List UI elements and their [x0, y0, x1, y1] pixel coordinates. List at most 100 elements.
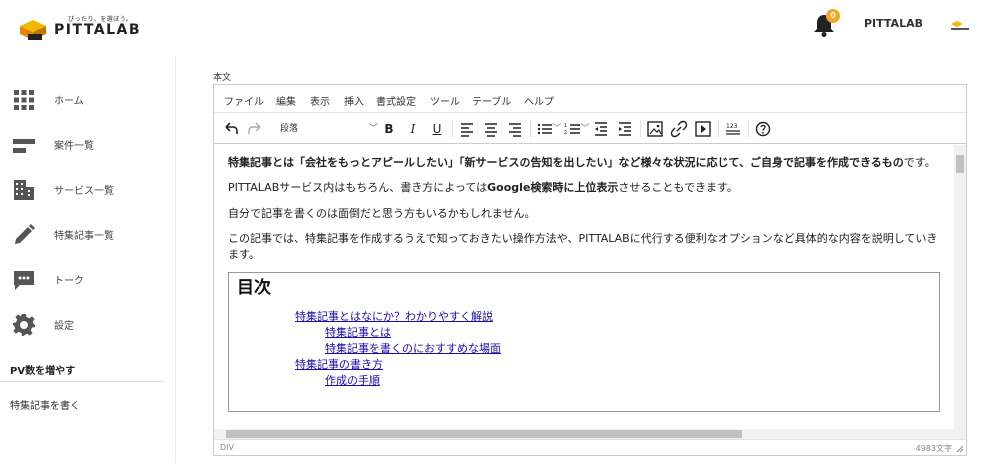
menu-edit[interactable]: 編集	[276, 93, 296, 108]
sidebar-item-talk[interactable]: トーク	[0, 260, 176, 300]
sidebar-section-title: PV数を増やす	[10, 366, 76, 377]
italic-button[interactable]: I	[404, 120, 422, 138]
toolbar-divider	[748, 120, 749, 138]
bold-button[interactable]: B	[380, 120, 398, 138]
sidebar: ホーム 案件一覧 サービス一覧 特集記事一覧 トーク 設定 PV数を増やす 特集…	[0, 56, 176, 463]
undo-button[interactable]	[222, 120, 240, 138]
word-count-button[interactable]: 123	[724, 120, 742, 138]
pittalab-logo[interactable]: ぴったり、を選ぼう。 PITTALAB	[14, 10, 144, 46]
paragraph-google: PITTALABサービス内はもちろん、書き方によってはGoogle検索時に上位表…	[228, 180, 940, 195]
underline-button[interactable]: U	[428, 120, 446, 138]
undo-icon	[225, 122, 238, 134]
chat-icon	[14, 271, 34, 290]
menu-tools[interactable]: ツール	[430, 93, 460, 108]
sidebar-item-label: 案件一覧	[54, 141, 94, 152]
sidebar-item-label: 特集記事一覧	[54, 231, 114, 242]
toc-link[interactable]: 作成の手順	[237, 373, 931, 389]
chevron-down-icon[interactable]: ﹀	[552, 120, 562, 138]
menu-insert[interactable]: 挿入	[344, 93, 364, 108]
align-center-button[interactable]	[482, 120, 500, 138]
list-icon	[13, 139, 35, 153]
toolbar-divider	[530, 120, 531, 138]
word-count-icon: 123	[726, 123, 740, 135]
insert-link-button[interactable]	[670, 120, 688, 138]
vertical-scrollbar-thumb[interactable]	[956, 155, 964, 173]
toc-title: 目次	[237, 277, 271, 298]
building-icon	[14, 180, 34, 200]
sidebar-divider	[0, 381, 164, 382]
sidebar-item-home[interactable]: ホーム	[0, 80, 176, 120]
paragraph-intro: 特集記事とは「会社をもっとアピールしたい」「新サービスの告知を出したい」など様々…	[228, 155, 940, 170]
menu-view[interactable]: 表示	[310, 93, 330, 108]
svg-text:123: 123	[726, 123, 738, 130]
notification-bell[interactable]: 0	[812, 9, 840, 38]
format-select[interactable]: 段落 ﹀	[280, 120, 378, 138]
help-icon	[755, 121, 771, 137]
help-button[interactable]	[754, 120, 772, 138]
menu-file[interactable]: ファイル	[224, 93, 264, 108]
table-of-contents: 目次 特集記事とはなにか？わかりやすく解説 特集記事とは 特集記事を書くのにおす…	[228, 271, 940, 412]
paragraph-effort: 自分で記事を書くのは面倒だと思う方もいるかもしれません。	[228, 206, 536, 220]
align-right-icon	[509, 123, 521, 137]
redo-button[interactable]	[246, 120, 264, 138]
logo-text: PITTALAB	[54, 22, 142, 38]
editor-content[interactable]: 特集記事とは「会社をもっとアピールしたい」「新サービスの告知を出したい」など様々…	[214, 145, 954, 429]
vertical-scrollbar[interactable]	[954, 145, 966, 429]
rich-text-editor: ファイル 編集 表示 挿入 書式設定 ツール テーブル ヘルプ 段落 ﹀ B I…	[213, 84, 967, 456]
pencil-icon	[15, 224, 35, 244]
header: ぴったり、を選ぼう。 PITTALAB 0 PITTALAB	[0, 0, 1000, 56]
menu-format[interactable]: 書式設定	[376, 93, 416, 108]
toc-link[interactable]: 特集記事とはなにか？わかりやすく解説	[237, 309, 931, 325]
toolbar-divider	[640, 120, 641, 138]
editor-menubar: ファイル 編集 表示 挿入 書式設定 ツール テーブル ヘルプ	[214, 85, 966, 113]
media-icon	[695, 121, 711, 137]
link-icon	[670, 120, 688, 138]
username[interactable]: PITTALAB	[864, 17, 923, 30]
paragraph-google-post: させることもできます。	[618, 181, 738, 195]
menu-table[interactable]: テーブル	[472, 93, 511, 108]
toolbar-divider	[718, 120, 719, 138]
paragraph-intro-rest: です。	[903, 156, 936, 169]
toc-link[interactable]: 特集記事の書き方	[237, 357, 931, 373]
align-left-icon	[461, 123, 473, 137]
svg-text:2: 2	[564, 130, 567, 136]
resize-handle-icon[interactable]	[956, 445, 964, 453]
paragraph-google-bold: Google検索時に上位表示	[487, 181, 619, 195]
paragraph-google-pre: PITTALABサービス内はもちろん、書き方によっては	[228, 181, 488, 195]
character-count[interactable]: 4983文字	[916, 443, 952, 454]
menu-help[interactable]: ヘルプ	[524, 93, 554, 108]
body-field-label: 本文	[213, 73, 232, 83]
align-right-button[interactable]	[506, 120, 524, 138]
insert-media-button[interactable]	[694, 120, 712, 138]
toc-link[interactable]: 特集記事を書くのにおすすめな場面	[237, 341, 931, 357]
sidebar-item-feature-articles[interactable]: 特集記事一覧	[0, 215, 176, 255]
outdent-icon	[595, 122, 607, 136]
editor-toolbar: 段落 ﹀ B I U ﹀ 12 ﹀ 123	[214, 114, 966, 144]
paragraph-intro-bold: 特集記事とは「会社をもっとアピールしたい」「新サービスの告知を出したい」など様々…	[228, 156, 904, 169]
sidebar-item-label: トーク	[54, 276, 84, 287]
notification-count-badge: 0	[826, 9, 840, 23]
sidebar-link-write-article[interactable]: 特集記事を書く	[10, 397, 80, 412]
sidebar-item-label: 設定	[54, 321, 74, 332]
sidebar-item-projects[interactable]: 案件一覧	[0, 125, 176, 165]
chevron-down-icon: ﹀	[368, 124, 378, 134]
sidebar-item-settings[interactable]: 設定	[0, 305, 176, 345]
gear-icon	[13, 314, 35, 336]
sidebar-item-services[interactable]: サービス一覧	[0, 170, 176, 210]
indent-icon	[619, 122, 631, 136]
avatar[interactable]	[948, 18, 972, 32]
image-icon	[647, 121, 663, 137]
toc-link[interactable]: 特集記事とは	[237, 325, 931, 341]
format-select-value: 段落	[280, 124, 299, 134]
outdent-button[interactable]	[592, 120, 610, 138]
toolbar-divider	[452, 120, 453, 138]
horizontal-scrollbar-thumb[interactable]	[226, 430, 742, 438]
horizontal-scrollbar[interactable]	[214, 429, 966, 439]
indent-button[interactable]	[616, 120, 634, 138]
insert-image-button[interactable]	[646, 120, 664, 138]
element-path[interactable]: DIV	[220, 443, 234, 452]
align-left-button[interactable]	[458, 120, 476, 138]
align-center-icon	[485, 123, 497, 137]
chevron-down-icon[interactable]: ﹀	[580, 120, 590, 138]
paragraph-overview: この記事では、特集記事を作成するうえで知っておきたい操作方法や、PITTALAB…	[228, 232, 938, 261]
